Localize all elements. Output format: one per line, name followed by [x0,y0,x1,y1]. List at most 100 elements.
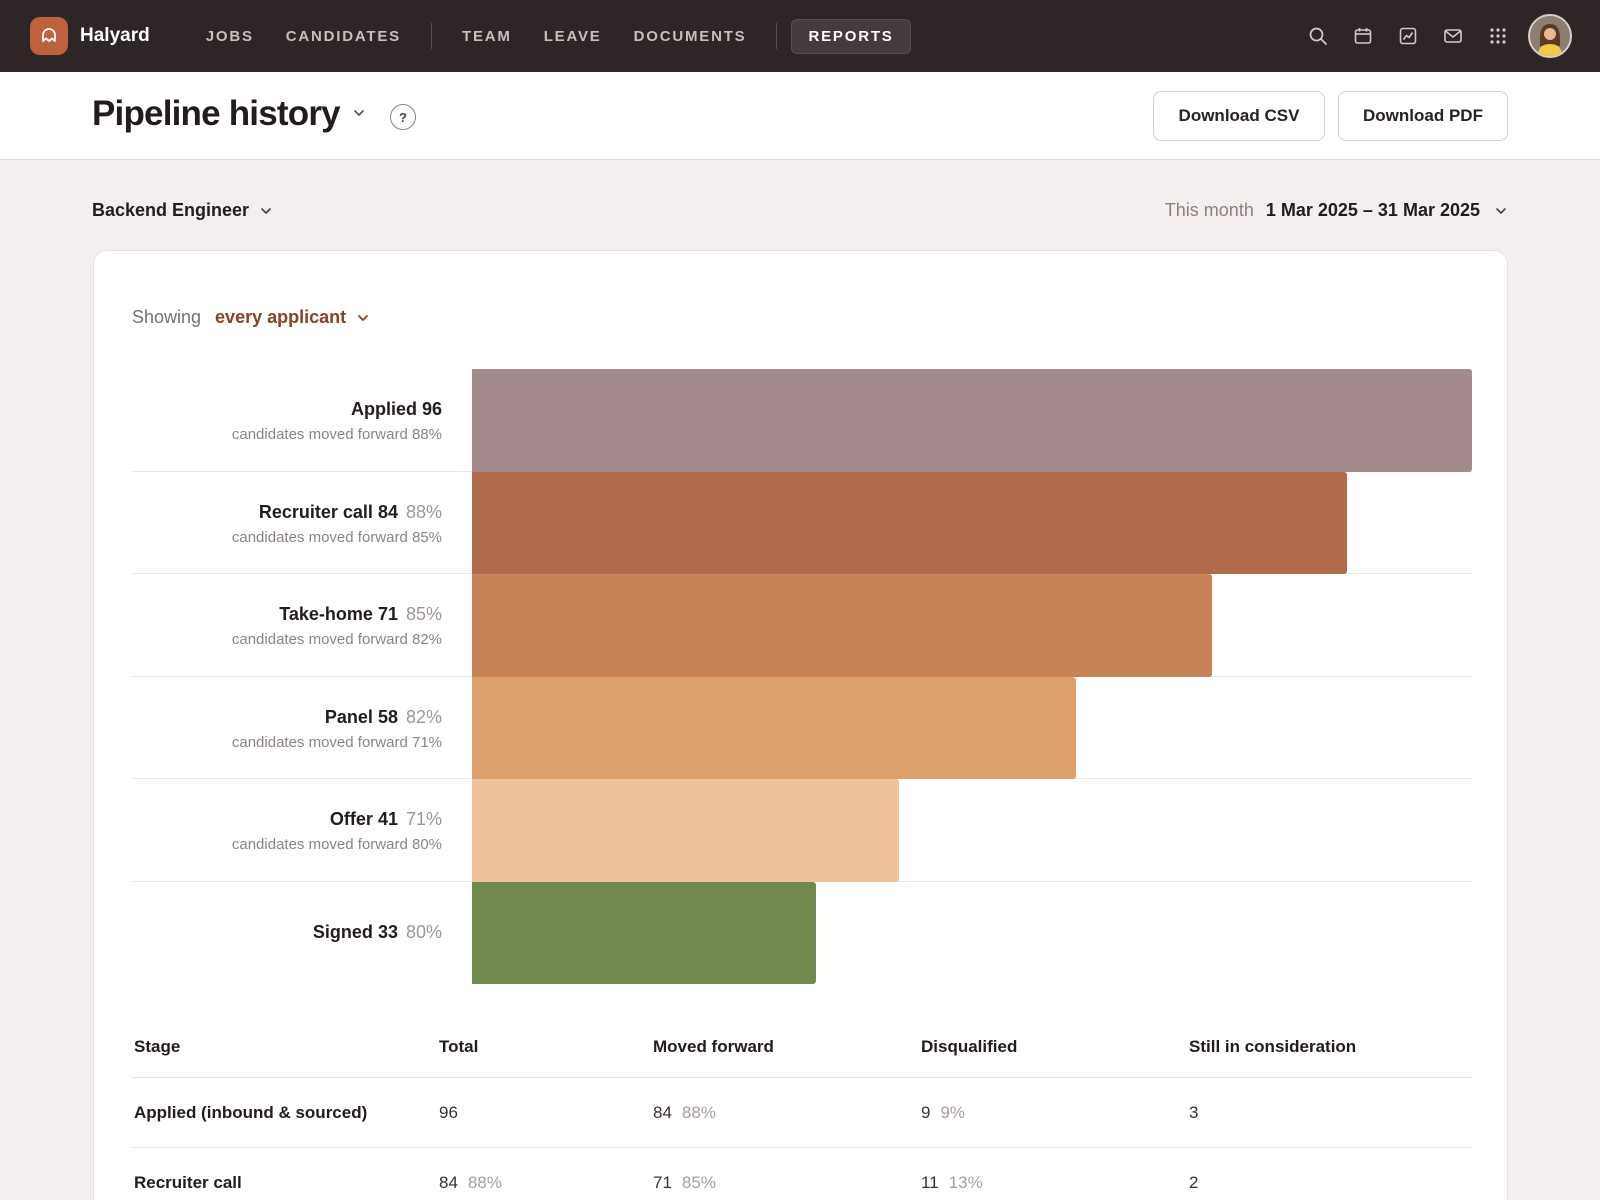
applicant-scope-value: every applicant [215,307,347,327]
date-range-value: 1 Mar 2025 – 31 Mar 2025 [1265,200,1480,220]
column-header-stage[interactable]: Stage [132,1037,439,1057]
funnel-stage-name: Applied [350,399,417,419]
chevron-down-icon [1496,207,1506,214]
report-switcher-chevron-down-icon[interactable] [352,106,366,125]
column-header-moved-forward[interactable]: Moved forward [653,1037,921,1057]
download-csv-button[interactable]: Download CSV [1153,91,1325,141]
funnel-moved-forward-text: candidates moved forward 85% [231,528,442,546]
funnel-stage-label: Take-home 71 85% candidates moved forward … [132,604,442,648]
funnel-stage-title: Signed 33 80% [132,922,442,943]
disqualified-cell-value: 11 [921,1172,939,1192]
download-pdf-button[interactable]: Download PDF [1338,91,1508,141]
page-title: Pipeline history [92,94,341,133]
funnel-stage-count: 41 [377,809,398,829]
funnel-stage-count: 96 [421,399,442,419]
still-in-consideration-cell-value: 2 [1189,1172,1199,1192]
funnel-stage-name: Panel [324,706,373,727]
funnel-bar-take-home[interactable] [472,574,1212,677]
search-icon[interactable] [1295,16,1340,56]
nav-links: JOBS CANDIDATES TEAM LEAVE DOCUMENTS REPORTS [190,0,911,72]
still-in-consideration-cell: 2 [1189,1173,1472,1193]
nav-link-team[interactable]: TEAM [446,20,528,53]
column-header-total[interactable]: Total [439,1037,653,1057]
funnel-stage-conversion: 85% [405,604,442,624]
pipeline-funnel-chart: Applied 96 candidates moved forward 88% Re… [132,369,1472,984]
funnel-stage-name: Offer [329,809,373,829]
funnel-stage-conversion: 82% [405,706,442,727]
user-avatar[interactable] [1528,14,1572,58]
stage-cell: Recruiter call [132,1173,439,1193]
chevron-down-icon [261,207,271,214]
funnel-stage-conversion: 80% [405,921,442,942]
funnel-stage-count: 71 [377,604,398,624]
nav-icon-group [1295,0,1572,72]
funnel-row: Take-home 71 85% candidates moved forward … [132,574,1472,677]
funnel-moved-forward-text: candidates moved forward 82% [231,631,442,648]
funnel-row: Signed 33 80% [132,881,1472,984]
date-range-picker[interactable]: This month 1 Mar 2025 – 31 Mar 2025 [1165,200,1508,221]
disqualified-cell-percent: 13% [948,1172,983,1192]
funnel-stage-title: Take-home 71 85% [132,604,442,625]
funnel-moved-forward-text: candidates moved forward 71% [231,733,442,751]
funnel-row: Panel 58 82% candidates moved forward 71% [132,676,1472,779]
funnel-bar-recruiter-call[interactable] [472,471,1347,574]
calendar-icon[interactable] [1340,16,1385,56]
still-in-consideration-cell: 3 [1189,1103,1472,1123]
date-range-label: This month [1164,200,1254,220]
table-row[interactable]: Recruiter call 84 88% 71 85% 11 13% 2 [132,1148,1472,1200]
nav-separator [431,23,432,49]
funnel-row: Recruiter call 84 88% candidates moved for… [132,471,1472,574]
showing-label: Showing [132,307,202,327]
brand-name: Halyard [80,25,150,46]
funnel-moved-forward-text: candidates moved forward 88% [231,426,442,443]
role-filter-dropdown[interactable]: Backend Engineer [92,200,273,221]
funnel-bar-applied[interactable] [472,369,1472,472]
nav-link-candidates[interactable]: CANDIDATES [270,20,417,53]
nav-link-reports[interactable]: REPORTS [791,18,911,54]
top-navigation: Halyard JOBS CANDIDATES TEAM LEAVE DOCUMENTS… [0,0,1600,72]
moved-forward-cell-value: 71 [653,1172,672,1192]
apps-grid-icon[interactable] [1475,16,1520,56]
brand[interactable]: Halyard [30,17,150,55]
moved-forward-cell-percent: 88% [681,1102,716,1122]
funnel-stage-conversion: 88% [405,501,442,522]
funnel-stage-title: Panel 58 82% [132,707,442,728]
funnel-stage-count: 33 [377,921,398,942]
pipeline-stage-table: Stage Total Moved forward Disqualified Still… [132,1016,1472,1200]
funnel-stage-name: Signed [312,921,373,942]
mail-icon[interactable] [1430,16,1475,56]
help-icon[interactable]: ? [390,104,416,130]
nav-separator [776,23,778,49]
funnel-bar-offer[interactable] [472,779,900,882]
table-row[interactable]: Applied (inbound & sourced) 96 84 88% 9 9% 3 [132,1078,1472,1148]
column-header-still-in-consideration[interactable]: Still in consideration [1189,1037,1472,1057]
moved-forward-cell: 84 88% [653,1103,921,1123]
moved-forward-cell: 71 85% [653,1173,921,1193]
total-cell-value: 84 [439,1172,458,1192]
analytics-icon[interactable] [1385,16,1430,56]
funnel-stage-title: Offer 41 71% [132,809,442,830]
role-filter-value: Backend Engineer [92,200,250,220]
nav-link-leave[interactable]: LEAVE [528,20,618,53]
applicant-scope-dropdown[interactable]: every applicant [215,307,370,328]
funnel-stage-label: Offer 41 71% candidates moved forward 80% [132,809,442,853]
nav-link-jobs[interactable]: JOBS [190,20,270,53]
moved-forward-cell-percent: 85% [681,1172,716,1192]
funnel-stage-label: Signed 33 80% [132,922,442,943]
moved-forward-cell-value: 84 [653,1102,672,1122]
brand-logo-icon [30,17,68,55]
column-header-disqualified[interactable]: Disqualified [921,1037,1189,1057]
funnel-stage-count: 84 [377,501,398,522]
report-card: Showing every applicant Applied 96 candid… [93,250,1508,1200]
funnel-bar-signed[interactable] [472,881,816,984]
funnel-bar-panel[interactable] [472,676,1077,779]
total-cell: 96 [439,1103,653,1123]
funnel-row: Offer 41 71% candidates moved forward 80% [132,779,1472,882]
funnel-stage-conversion: 71% [405,809,442,829]
table-header-row: Stage Total Moved forward Disqualified Still… [132,1016,1472,1078]
stage-cell: Applied (inbound & sourced) [132,1103,439,1123]
stage-cell-value: Applied (inbound & sourced) [134,1102,368,1122]
nav-link-documents[interactable]: DOCUMENTS [618,20,763,53]
total-cell-value: 96 [439,1102,458,1122]
chevron-down-icon [358,314,369,321]
